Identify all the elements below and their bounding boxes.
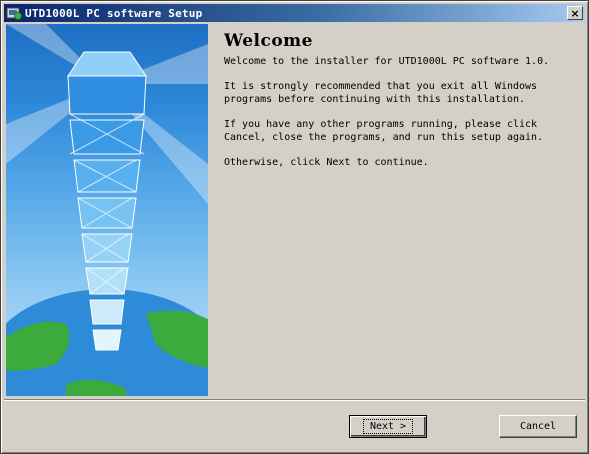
title-bar[interactable]: UTD1000L PC software Setup × xyxy=(4,4,585,22)
window-title: UTD1000L PC software Setup xyxy=(25,6,203,20)
globe-tower-banner-image xyxy=(6,24,208,396)
recommendation-text: It is strongly recommended that you exit… xyxy=(224,81,538,105)
installer-app-icon xyxy=(6,7,22,20)
button-separator xyxy=(4,399,585,401)
cancel-button[interactable]: Cancel xyxy=(499,415,577,438)
setup-dialog: UTD1000L PC software Setup × Welcome Wel… xyxy=(0,0,589,454)
welcome-panel: Welcome Welcome to the installer for UTD… xyxy=(224,31,576,181)
cancel-instruction-text: If you have any other programs running, … xyxy=(224,119,544,143)
close-button[interactable]: × xyxy=(567,6,583,20)
next-button[interactable]: Next > xyxy=(349,415,427,438)
cancel-button-label: Cancel xyxy=(519,421,557,432)
welcome-text: Welcome to the installer for UTD1000L PC… xyxy=(224,56,550,67)
continue-instruction-text: Otherwise, click Next to continue. xyxy=(224,157,429,168)
page-title: Welcome xyxy=(224,31,313,51)
next-button-label: Next > xyxy=(362,419,414,434)
